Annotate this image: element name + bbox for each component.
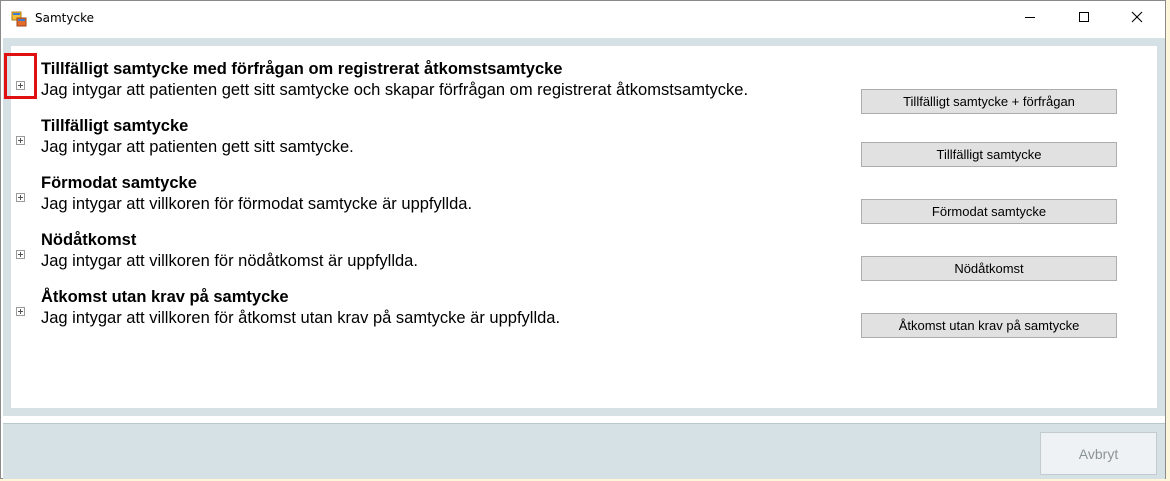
option-title: Tillfälligt samtycke med förfrågan om re… [41, 60, 563, 78]
option-description: Jag intygar att villkoren för åtkomst ut… [41, 309, 561, 327]
temporary-consent-request-button[interactable]: Tillfälligt samtycke + förfrågan [861, 89, 1117, 114]
close-button[interactable] [1114, 1, 1160, 37]
option-title: Förmodat samtycke [41, 174, 197, 192]
content-area: Tillfälligt samtycke med förfrågan om re… [3, 38, 1165, 416]
consent-options-panel: Tillfälligt samtycke med förfrågan om re… [11, 46, 1157, 408]
expand-icon[interactable] [16, 250, 25, 259]
option-description: Jag intygar att villkoren för förmodat s… [41, 195, 473, 213]
option-description: Jag intygar att patienten gett sitt samt… [41, 138, 354, 156]
option-row-access-without-consent: Åtkomst utan krav på samtycke Jag intyga… [11, 288, 1157, 344]
option-row-temporary-consent: Tillfälligt samtycke Jag intygar att pat… [11, 117, 1157, 173]
option-row-emergency-access: Nödåtkomst Jag intygar att villkoren för… [11, 231, 1157, 287]
option-title: Tillfälligt samtycke [41, 117, 189, 135]
minimize-icon [1024, 10, 1036, 28]
presumed-consent-button[interactable]: Förmodat samtycke [861, 199, 1117, 224]
cancel-button[interactable]: Avbryt [1040, 432, 1157, 475]
close-icon [1131, 10, 1143, 28]
option-title: Åtkomst utan krav på samtycke [41, 288, 289, 306]
windows-form-icon [11, 11, 27, 27]
access-without-consent-button[interactable]: Åtkomst utan krav på samtycke [861, 313, 1117, 338]
option-row-temporary-consent-request: Tillfälligt samtycke med förfrågan om re… [11, 60, 1157, 116]
minimize-button[interactable] [1007, 1, 1053, 37]
option-title: Nödåtkomst [41, 231, 137, 249]
maximize-button[interactable] [1061, 1, 1107, 37]
option-row-presumed-consent: Förmodat samtycke Jag intygar att villko… [11, 174, 1157, 230]
window-title: Samtycke [35, 11, 94, 25]
emergency-access-button[interactable]: Nödåtkomst [861, 256, 1117, 281]
title-bar[interactable]: Samtycke [1, 1, 1165, 37]
option-description: Jag intygar att patienten gett sitt samt… [41, 81, 749, 99]
temporary-consent-button[interactable]: Tillfälligt samtycke [861, 142, 1117, 167]
highlight-annotation [4, 53, 37, 99]
footer-bar: Avbryt [3, 423, 1165, 479]
consent-dialog: Samtycke Tillfälligt samtycke med förfrå… [0, 0, 1166, 479]
maximize-icon [1078, 10, 1090, 28]
expand-icon[interactable] [16, 136, 25, 145]
expand-icon[interactable] [16, 193, 25, 202]
option-description: Jag intygar att villkoren för nödåtkomst… [41, 252, 418, 270]
expand-icon[interactable] [16, 307, 25, 316]
